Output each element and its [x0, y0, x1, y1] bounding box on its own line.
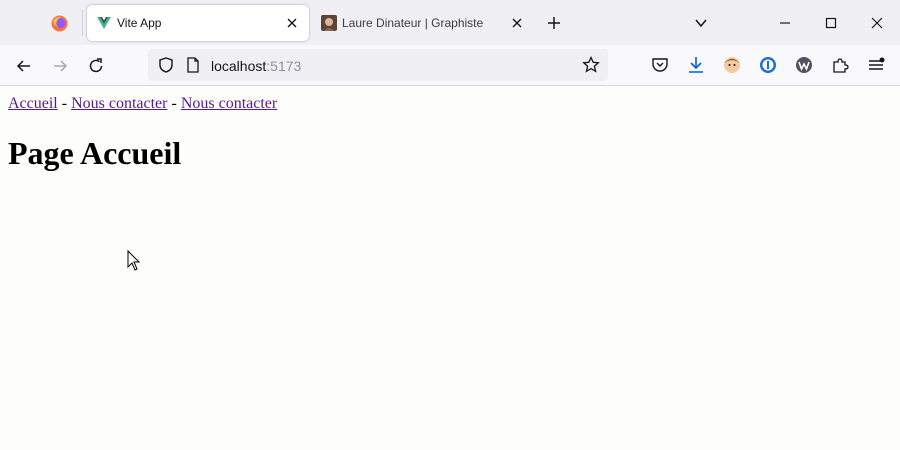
- extension-w-icon[interactable]: [794, 55, 814, 75]
- page-content: Accueil - Nous contacter - Nous contacte…: [0, 86, 900, 450]
- navigation-toolbar: localhost:5173: [0, 45, 900, 86]
- back-arrow-icon[interactable]: [14, 56, 34, 76]
- firefox-logo-icon[interactable]: [51, 15, 68, 32]
- mouse-cursor-icon: [127, 250, 141, 271]
- url-host: localhost: [211, 58, 267, 74]
- url-port: :5173: [266, 58, 302, 74]
- nav-separator: -: [57, 95, 72, 112]
- close-window-icon[interactable]: [868, 14, 886, 32]
- url-text[interactable]: localhost:5173: [211, 58, 301, 74]
- account-avatar-icon[interactable]: [722, 55, 742, 75]
- chevron-down-icon[interactable]: [693, 15, 709, 31]
- nav-link-contact[interactable]: Nous contacter: [71, 95, 167, 112]
- address-bar[interactable]: localhost:5173: [148, 49, 608, 81]
- minimize-icon[interactable]: [776, 14, 794, 32]
- nav-link-contact-2[interactable]: Nous contacter: [181, 95, 277, 112]
- tab-strip: Vite App Laure Dinateur | Graphiste: [0, 0, 900, 45]
- shield-icon[interactable]: [156, 55, 176, 75]
- nav-separator: -: [167, 95, 181, 112]
- tab-divider: [82, 10, 83, 36]
- vue-logo-icon: [97, 17, 111, 29]
- forward-arrow-icon[interactable]: [50, 56, 70, 76]
- extensions-puzzle-icon[interactable]: [830, 55, 850, 75]
- nav-link-home[interactable]: Accueil: [8, 95, 58, 112]
- tab-vite-app[interactable]: Vite App: [87, 5, 309, 41]
- reload-icon[interactable]: [86, 56, 106, 76]
- page-info-icon[interactable]: [183, 55, 203, 75]
- downloads-icon[interactable]: [686, 55, 706, 75]
- pocket-icon[interactable]: [650, 55, 670, 75]
- new-tab-icon[interactable]: [545, 14, 563, 32]
- maximize-icon[interactable]: [822, 14, 840, 32]
- site-nav: Accueil - Nous contacter - Nous contacte…: [8, 95, 277, 113]
- tab-laure-dinateur[interactable]: Laure Dinateur | Graphiste: [312, 5, 534, 41]
- menu-icon[interactable]: [866, 55, 886, 75]
- portrait-favicon-icon: [321, 15, 337, 31]
- close-tab-icon[interactable]: [284, 15, 300, 31]
- password-manager-icon[interactable]: [758, 55, 778, 75]
- bookmark-star-icon[interactable]: [581, 55, 601, 75]
- close-tab-icon[interactable]: [509, 15, 525, 31]
- tab-title: Laure Dinateur | Graphiste: [342, 16, 484, 30]
- page-title: Page Accueil: [8, 135, 182, 171]
- tab-title: Vite App: [117, 16, 162, 30]
